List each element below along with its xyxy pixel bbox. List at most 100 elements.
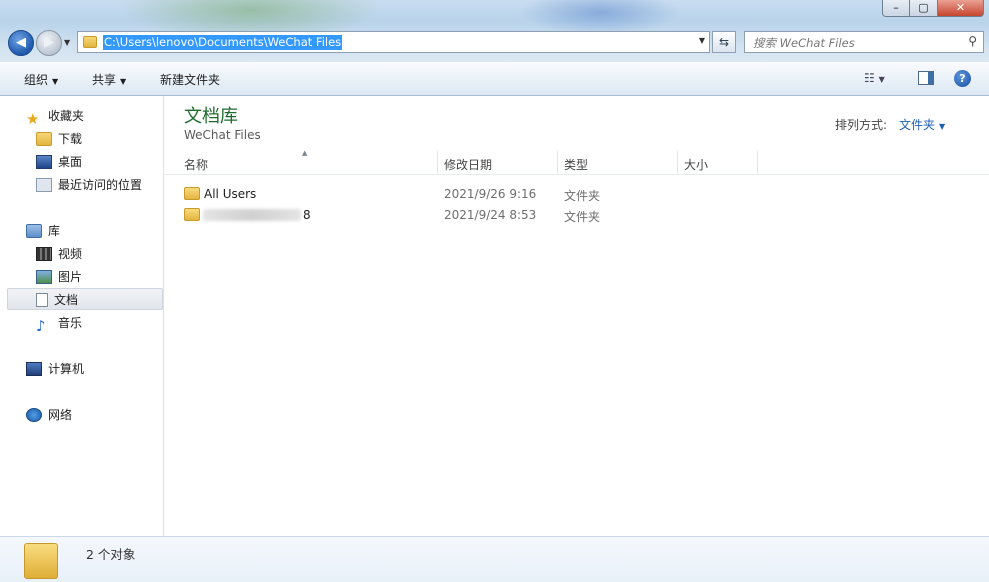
search-input[interactable]: 搜索 WeChat Files ⚲ (744, 31, 984, 53)
music-icon: ♪ (36, 316, 46, 335)
help-icon: ? (959, 72, 966, 85)
command-bar: 组织 ▼ 共享 ▼ 新建文件夹 ☷ ▼ ? (0, 62, 989, 96)
chevron-down-icon: ▼ (52, 77, 59, 86)
organize-label: 组织 (24, 73, 49, 87)
search-placeholder: 搜索 WeChat Files (753, 36, 855, 50)
folder-icon (83, 36, 97, 48)
refresh-button[interactable]: ⇆ (712, 31, 736, 53)
change-view-button[interactable]: ☷ ▼ (864, 71, 885, 85)
downloads-folder-icon (36, 131, 52, 146)
file-type: 文件夹 (564, 210, 601, 224)
search-icon[interactable]: ⚲ (968, 34, 977, 48)
share-button[interactable]: 共享 ▼ (92, 71, 126, 88)
sidebar-item-label: 桌面 (58, 155, 83, 169)
maximize-icon: ▢ (918, 1, 929, 14)
refresh-icon: ⇆ (718, 35, 730, 49)
library-title: 文档库 (184, 106, 238, 127)
folder-icon (184, 187, 200, 200)
sidebar-item-label: 收藏夹 (48, 109, 85, 123)
new-folder-label: 新建文件夹 (160, 73, 221, 87)
sidebar-item-documents[interactable]: 文档 (36, 290, 78, 310)
sort-ascending-icon: ▲ (302, 149, 308, 157)
close-button[interactable]: ✕ (938, 0, 984, 17)
computer-icon (26, 361, 42, 376)
forward-arrow-icon: ▶ (44, 35, 54, 50)
details-pane: 2 个对象 (0, 536, 989, 582)
table-row[interactable]: All Users 2021/9/26 9:16 文件夹 (165, 184, 989, 205)
library-icon (26, 223, 42, 238)
arrange-by-label: 排列方式: (835, 118, 888, 132)
sidebar-item-videos[interactable]: 视频 (36, 244, 82, 264)
column-divider[interactable] (677, 151, 678, 175)
file-modified: 2021/9/26 9:16 (444, 187, 537, 201)
sidebar-item-label: 计算机 (48, 362, 85, 376)
sidebar-item-downloads[interactable]: 下载 (36, 129, 82, 149)
minimize-button[interactable]: – (882, 0, 910, 17)
sidebar-item-label: 网络 (48, 408, 73, 422)
sidebar-item-music[interactable]: ♪ 音乐 (36, 313, 83, 335)
address-bar[interactable]: C:\Users\lenovo\Documents\WeChat Files ▼ (77, 31, 710, 53)
close-icon: ✕ (955, 1, 966, 14)
recent-places-icon (36, 177, 52, 192)
file-name: 8 (303, 208, 311, 222)
video-icon (36, 246, 52, 261)
document-icon (36, 292, 48, 307)
arrange-by-value: 文件夹 (899, 118, 936, 132)
file-list-pane: 文档库 WeChat Files 排列方式: 文件夹 ▼ ▲ 名称 修改日期 类型… (165, 96, 989, 536)
file-modified: 2021/9/24 8:53 (444, 208, 537, 222)
item-count: 2 个对象 (86, 547, 136, 562)
folder-icon (24, 543, 58, 579)
address-path[interactable]: C:\Users\lenovo\Documents\WeChat Files (103, 35, 343, 50)
column-header-row: ▲ 名称 修改日期 类型 大小 (165, 149, 989, 175)
column-divider[interactable] (557, 151, 558, 175)
library-subtitle: WeChat Files (184, 128, 261, 142)
redacted-name (203, 209, 301, 221)
picture-icon (36, 269, 52, 284)
arrange-by-dropdown[interactable]: 文件夹 ▼ (899, 116, 945, 133)
selected-highlight (7, 288, 163, 310)
desktop-icon (36, 154, 52, 169)
sidebar-item-recent[interactable]: 最近访问的位置 (36, 175, 142, 195)
network-icon (26, 407, 42, 422)
column-header-modified[interactable]: 修改日期 (444, 156, 492, 173)
sidebar-item-label: 最近访问的位置 (58, 178, 143, 192)
forward-button[interactable]: ▶ (36, 30, 62, 56)
sidebar-item-label: 视频 (58, 247, 83, 261)
view-list-icon: ☷ (864, 71, 875, 85)
column-header-size[interactable]: 大小 (684, 156, 708, 173)
file-name: All Users (204, 187, 257, 201)
back-button[interactable]: ◀ (8, 30, 34, 56)
back-arrow-icon: ◀ (16, 35, 26, 50)
chevron-down-icon: ▼ (120, 77, 127, 86)
table-row[interactable]: 8 2021/9/24 8:53 文件夹 (165, 205, 989, 226)
sidebar-item-label: 音乐 (58, 316, 83, 330)
sidebar-item-desktop[interactable]: 桌面 (36, 152, 82, 172)
navigation-pane: ★ 收藏夹 下载 桌面 最近访问的位置 库 视频 图片 文档 ♪ 音乐 计算机 网络 (0, 96, 164, 536)
recent-pages-dropdown[interactable]: ▼ (64, 38, 70, 47)
column-header-name[interactable]: 名称 (184, 156, 208, 173)
organize-button[interactable]: 组织 ▼ (24, 71, 58, 88)
column-divider[interactable] (757, 151, 758, 175)
background-decoration (520, 0, 680, 35)
maximize-button[interactable]: ▢ (910, 0, 938, 17)
share-label: 共享 (92, 73, 117, 87)
chevron-down-icon: ▼ (878, 75, 885, 84)
sidebar-item-computer[interactable]: 计算机 (26, 359, 84, 379)
sidebar-item-label: 图片 (58, 270, 83, 284)
sidebar-item-pictures[interactable]: 图片 (36, 267, 82, 287)
address-dropdown-icon[interactable]: ▼ (699, 36, 705, 45)
preview-pane-button[interactable] (918, 71, 934, 85)
sidebar-item-favorites[interactable]: ★ 收藏夹 (26, 106, 85, 128)
sidebar-item-label: 文档 (54, 293, 79, 307)
star-icon: ★ (26, 109, 40, 128)
column-header-type[interactable]: 类型 (564, 156, 588, 173)
file-type: 文件夹 (564, 189, 601, 203)
column-divider[interactable] (437, 151, 438, 175)
minimize-icon: – (893, 1, 899, 14)
folder-icon (184, 208, 200, 221)
help-button[interactable]: ? (954, 70, 971, 87)
sidebar-item-libraries[interactable]: 库 (26, 221, 60, 241)
sidebar-item-label: 库 (48, 224, 61, 238)
sidebar-item-network[interactable]: 网络 (26, 405, 72, 425)
new-folder-button[interactable]: 新建文件夹 (160, 71, 220, 88)
